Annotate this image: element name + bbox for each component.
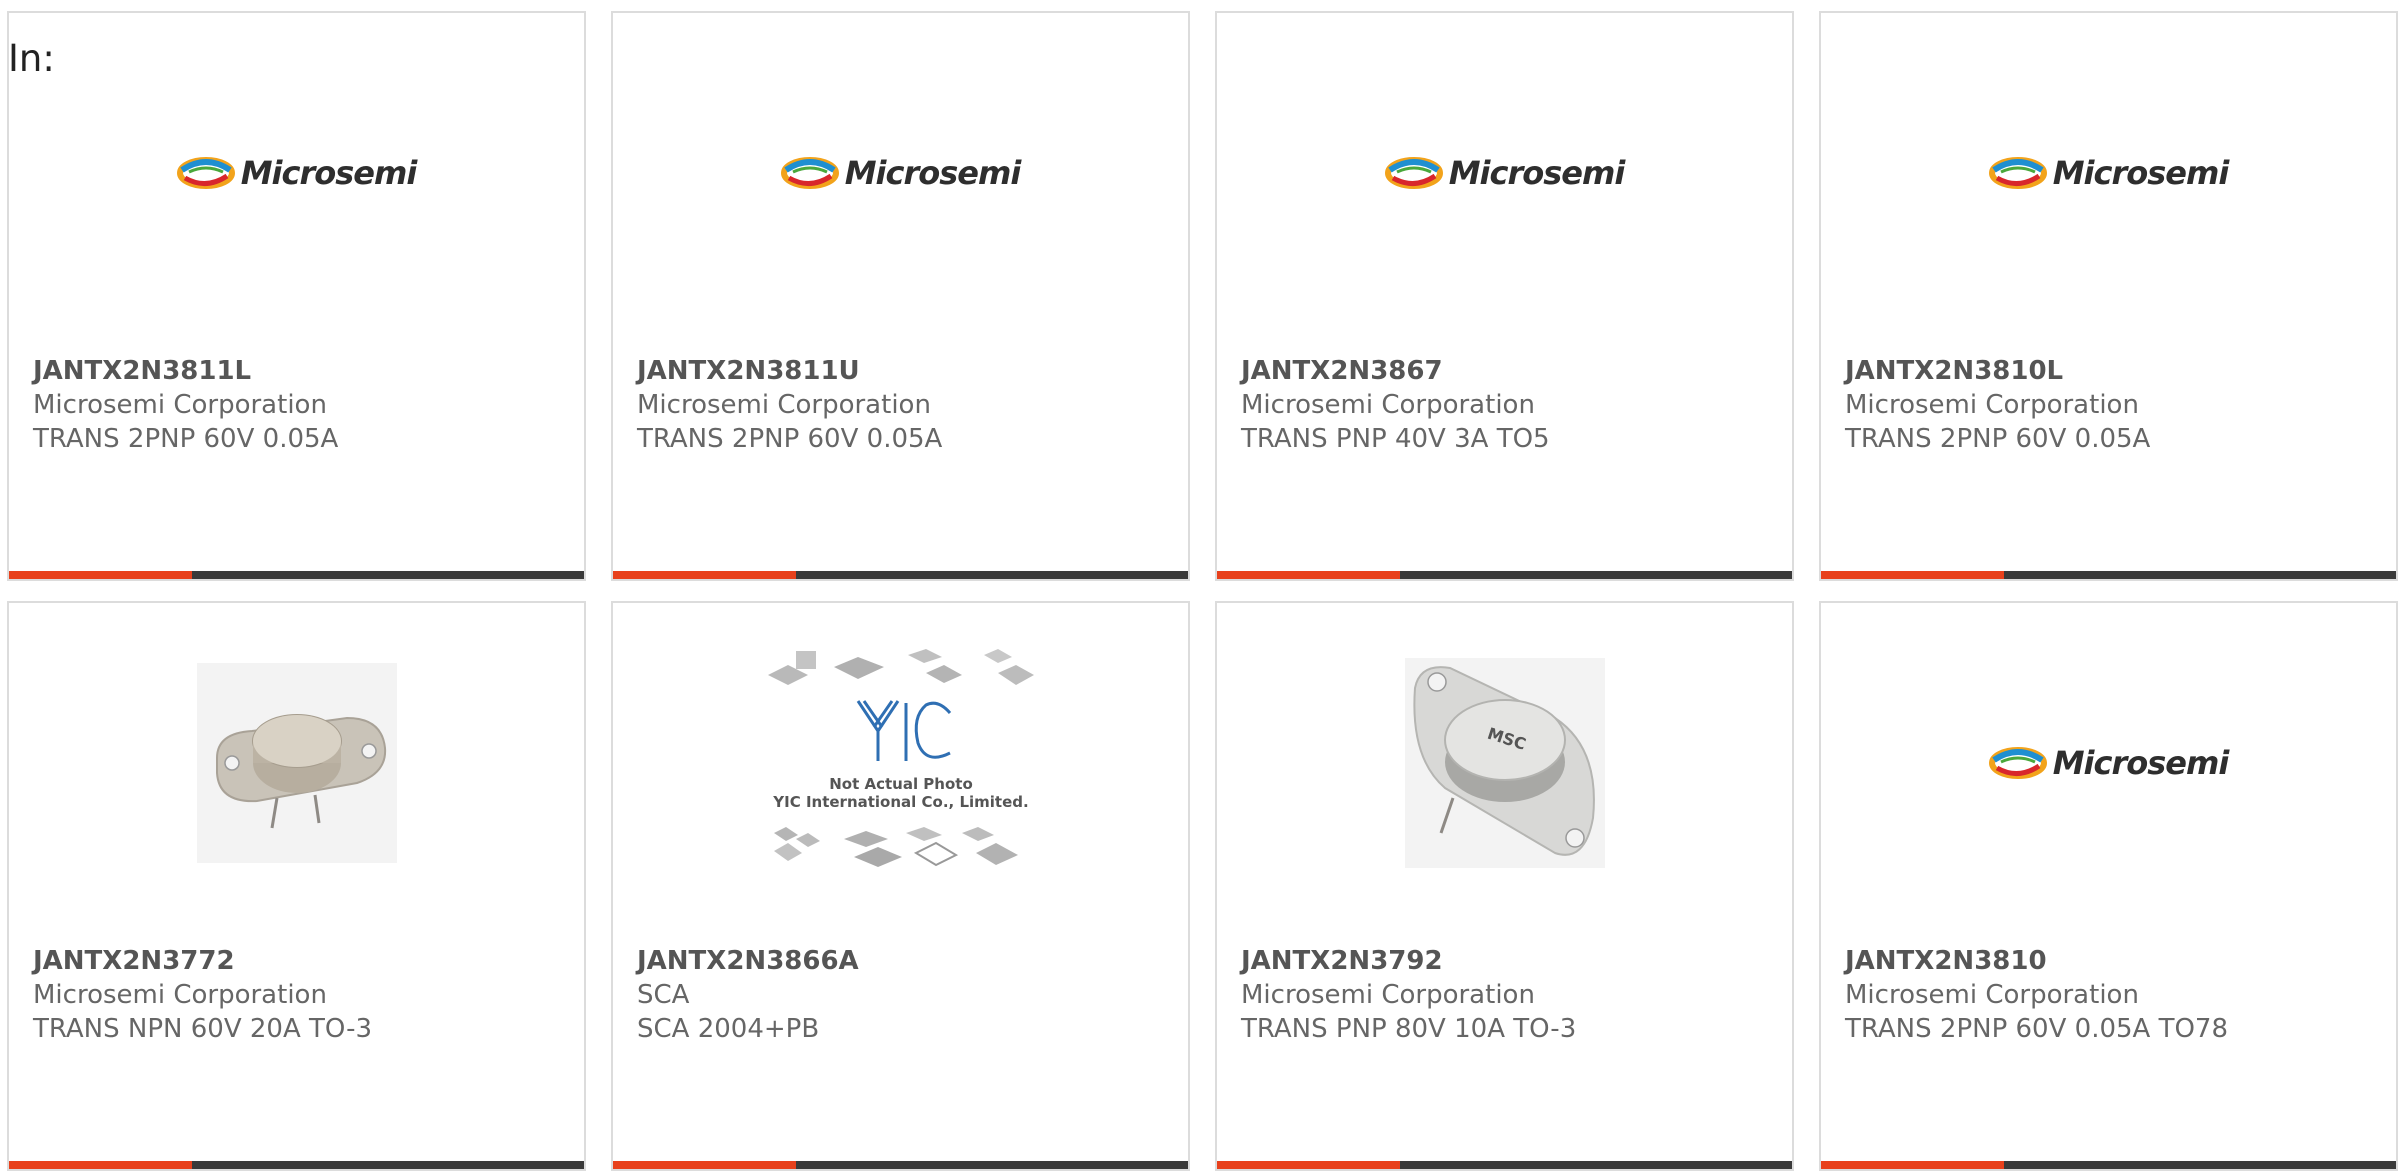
microsemi-swirl-icon (176, 157, 235, 189)
microsemi-swirl-icon (1384, 157, 1443, 189)
part-number[interactable]: JANTX2N3811U (637, 354, 1168, 388)
microsemi-swirl-icon (780, 157, 839, 189)
logo-wordmark: Microsemi (2052, 154, 2230, 192)
product-thumbnail: Not Actual Photo YIC International Co., … (613, 643, 1188, 883)
card-bottom-bar (613, 1161, 1188, 1169)
description: TRANS PNP 80V 10A TO-3 (1241, 1014, 1577, 1044)
search-prefix-label: In: (8, 37, 55, 80)
card-accent (613, 1161, 796, 1169)
manufacturer: Microsemi Corporation (637, 390, 931, 420)
card-bottom-bar (1821, 1161, 2396, 1169)
part-number[interactable]: JANTX2N3867 (1241, 354, 1772, 388)
card-accent (1217, 571, 1400, 579)
description: TRANS 2PNP 60V 0.05A (637, 424, 943, 454)
product-card[interactable]: MSC JANTX2N3792 Microsemi Corporation TR… (1215, 601, 1794, 1171)
part-number[interactable]: JANTX2N3772 (33, 944, 564, 978)
product-card[interactable]: Microsemi JANTX2N3810 Microsemi Corporat… (1819, 601, 2398, 1171)
microsemi-logo: Microsemi (1988, 744, 2230, 782)
card-accent (1217, 1161, 1400, 1169)
card-bottom-bar (1217, 1161, 1792, 1169)
placeholder-line2: YIC International Co., Limited. (772, 793, 1028, 811)
not-actual-photo-image: Not Actual Photo YIC International Co., … (767, 649, 1034, 867)
card-bottom-bar (9, 571, 584, 579)
product-grid: Microsemi JANTX2N3811L Microsemi Corpora… (7, 11, 2400, 1171)
part-number[interactable]: JANTX2N3792 (1241, 944, 1772, 978)
manufacturer: Microsemi Corporation (1241, 980, 1535, 1010)
part-number[interactable]: JANTX2N3811L (33, 354, 564, 388)
product-card[interactable]: Microsemi JANTX2N3811U Microsemi Corpora… (611, 11, 1190, 581)
logo-wordmark: Microsemi (844, 154, 1022, 192)
description: TRANS NPN 60V 20A TO-3 (33, 1014, 373, 1044)
microsemi-swirl-icon (1988, 157, 2047, 189)
description: TRANS 2PNP 60V 0.05A (33, 424, 339, 454)
card-bottom-bar (1821, 571, 2396, 579)
placeholder-line1: Not Actual Photo (829, 775, 973, 793)
product-card[interactable]: Microsemi JANTX2N3867 Microsemi Corporat… (1215, 11, 1794, 581)
product-card[interactable]: Not Actual Photo YIC International Co., … (611, 601, 1190, 1171)
card-bottom-bar (1217, 571, 1792, 579)
microsemi-swirl-icon (1988, 747, 2047, 779)
logo-wordmark: Microsemi (2052, 744, 2230, 782)
product-thumbnail (9, 643, 584, 883)
description: TRANS 2PNP 60V 0.05A (1845, 424, 2151, 454)
product-thumbnail: Microsemi (613, 53, 1188, 293)
microsemi-logo: Microsemi (1988, 154, 2230, 192)
to3-transistor-msc-image: MSC (1404, 658, 1605, 868)
card-bottom-bar (9, 1161, 584, 1169)
card-accent (9, 571, 192, 579)
manufacturer: Microsemi Corporation (1845, 980, 2139, 1010)
microsemi-logo: Microsemi (176, 154, 418, 192)
manufacturer: Microsemi Corporation (1845, 390, 2139, 420)
product-card[interactable]: JANTX2N3772 Microsemi Corporation TRANS … (7, 601, 586, 1171)
manufacturer: Microsemi Corporation (33, 390, 327, 420)
card-accent (1821, 1161, 2004, 1169)
part-number[interactable]: JANTX2N3810L (1845, 354, 2376, 388)
manufacturer: Microsemi Corporation (1241, 390, 1535, 420)
product-card[interactable]: Microsemi JANTX2N3810L Microsemi Corpora… (1819, 11, 2398, 581)
product-thumbnail: Microsemi (1217, 53, 1792, 293)
manufacturer: SCA (637, 980, 690, 1010)
product-thumbnail: MSC (1217, 643, 1792, 883)
microsemi-logo: Microsemi (1384, 154, 1626, 192)
microsemi-logo: Microsemi (780, 154, 1022, 192)
part-number[interactable]: JANTX2N3810 (1845, 944, 2376, 978)
description: TRANS PNP 40V 3A TO5 (1241, 424, 1550, 454)
manufacturer: Microsemi Corporation (33, 980, 327, 1010)
part-number[interactable]: JANTX2N3866A (637, 944, 1168, 978)
card-accent (613, 571, 796, 579)
product-thumbnail: Microsemi (1821, 53, 2396, 293)
card-bottom-bar (613, 571, 1188, 579)
logo-wordmark: Microsemi (1448, 154, 1626, 192)
logo-wordmark: Microsemi (240, 154, 418, 192)
product-thumbnail: Microsemi (9, 53, 584, 293)
product-card[interactable]: Microsemi JANTX2N3811L Microsemi Corpora… (7, 11, 586, 581)
description: SCA 2004+PB (637, 1014, 820, 1044)
product-thumbnail: Microsemi (1821, 643, 2396, 883)
card-accent (9, 1161, 192, 1169)
description: TRANS 2PNP 60V 0.05A TO78 (1845, 1014, 2229, 1044)
to3-transistor-image (196, 663, 397, 863)
card-accent (1821, 571, 2004, 579)
